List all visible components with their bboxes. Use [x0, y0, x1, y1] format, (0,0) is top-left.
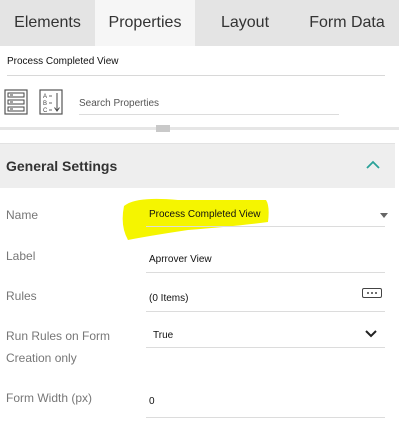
run-rules-underline [146, 347, 385, 348]
rules-value: (0 Items) [149, 293, 189, 304]
svg-text:C: C [43, 108, 48, 114]
label-value[interactable]: Aprrover View [149, 254, 212, 265]
properties-toolbar: A B C [0, 84, 399, 124]
tab-layout[interactable]: Layout [195, 0, 295, 46]
splitter-handle[interactable] [156, 125, 170, 132]
svg-text:B: B [43, 101, 47, 107]
run-rules-select[interactable]: True [153, 330, 173, 341]
svg-text:A: A [43, 94, 47, 100]
name-value[interactable]: Process Completed View [149, 209, 261, 220]
form-width-input[interactable]: 0 [149, 396, 155, 407]
name-underline [146, 226, 385, 227]
rules-underline [146, 311, 385, 312]
chevron-up-icon[interactable] [365, 158, 381, 172]
label-label: Label [6, 249, 36, 263]
chevron-down-icon[interactable] [364, 328, 378, 340]
label-underline [146, 272, 385, 273]
tab-form-data[interactable]: Form Data [295, 0, 399, 46]
run-rules-label-line1: Run Rules on Form [6, 329, 111, 343]
name-dropdown-arrow[interactable] [380, 213, 388, 218]
section-title: General Settings [6, 158, 118, 174]
tab-bar: Elements Properties Layout Form Data [0, 0, 399, 46]
categorized-list-icon[interactable] [4, 89, 28, 115]
run-rules-label-line2: Creation only [6, 351, 77, 365]
general-settings-header[interactable]: General Settings [0, 143, 395, 188]
form-width-underline [146, 417, 385, 418]
tab-properties[interactable]: Properties [95, 0, 195, 46]
rules-label: Rules [6, 289, 37, 303]
form-width-label: Form Width (px) [6, 391, 93, 405]
name-label: Name [6, 208, 39, 222]
search-properties-input[interactable] [79, 93, 339, 115]
rules-ellipsis-button[interactable] [362, 288, 382, 298]
alphabetical-sort-icon[interactable]: A B C [39, 89, 63, 115]
tab-elements[interactable]: Elements [0, 0, 95, 46]
panel-divider [0, 127, 399, 130]
selected-view-name: Process Completed View [7, 54, 385, 76]
